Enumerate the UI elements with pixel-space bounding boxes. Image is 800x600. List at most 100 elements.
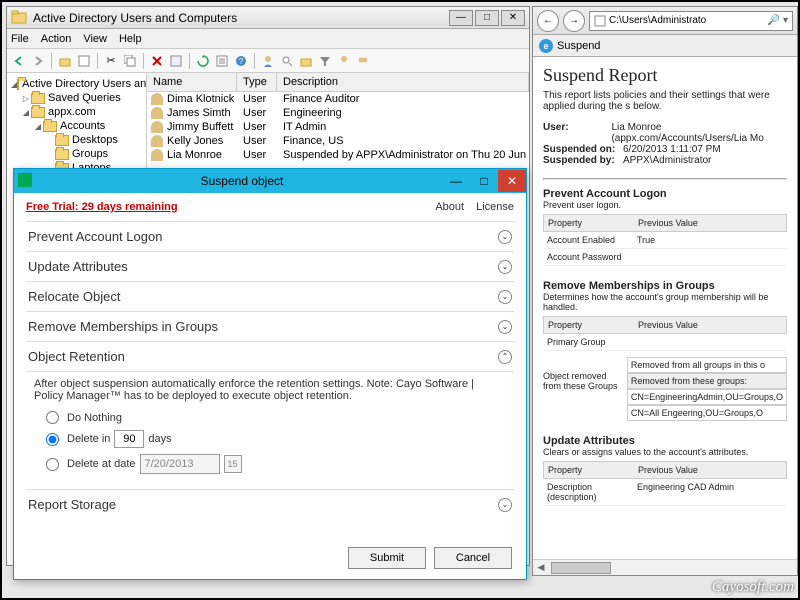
user-icon [151, 121, 163, 133]
list-row[interactable]: Lia MonroeUserSuspended by APPX\Administ… [147, 148, 529, 162]
list-row[interactable]: James SimthUserEngineering [147, 106, 529, 120]
watermark: Cayosoft.com [712, 579, 794, 596]
col-desc[interactable]: Description [277, 73, 529, 91]
back-icon[interactable] [11, 53, 27, 69]
section-object-retention[interactable]: Object Retention⌃ [26, 341, 514, 371]
suspend-dialog: Suspend object — □ ✕ Free Trial: 29 days… [13, 168, 527, 580]
cancel-button[interactable]: Cancel [434, 547, 512, 569]
dlg-close-button[interactable]: ✕ [498, 170, 526, 192]
svg-text:?: ? [239, 57, 244, 66]
section-update-attributes[interactable]: Update Attributes⌄ [26, 251, 514, 281]
col-type[interactable]: Type [237, 73, 277, 91]
trial-notice[interactable]: Free Trial: 29 days remaining [26, 201, 178, 213]
chevron-down-icon: ⌄ [498, 260, 512, 274]
menu-view[interactable]: View [83, 33, 107, 45]
user-icon [151, 135, 163, 147]
chevron-down-icon: ⌄ [498, 230, 512, 244]
dlg-minimize-button[interactable]: — [442, 170, 470, 192]
list-header[interactable]: Name Type Description [147, 73, 529, 92]
properties-icon[interactable] [76, 53, 92, 69]
report-title: Suspend Report [543, 65, 787, 86]
section-heading: Remove Memberships in Groups [543, 280, 787, 292]
export-icon[interactable] [214, 53, 230, 69]
chevron-up-icon: ⌃ [498, 350, 512, 364]
chevron-down-icon: ⌄ [498, 290, 512, 304]
section-remove-memberships[interactable]: Remove Memberships in Groups⌄ [26, 311, 514, 341]
user-icon [151, 107, 163, 119]
tree-groups[interactable]: Groups [9, 147, 144, 161]
tree-root[interactable]: ◢Active Directory Users and C [9, 77, 144, 91]
radio-delete-at[interactable] [46, 458, 59, 471]
radio-do-nothing[interactable] [46, 411, 59, 424]
ie-back-button[interactable]: ← [537, 10, 559, 32]
report-info: User:Lia Monroe (appx.com/Accounts/Users… [543, 122, 787, 166]
props2-icon[interactable] [168, 53, 184, 69]
ie-forward-button[interactable]: → [563, 10, 585, 32]
user-icon [151, 149, 163, 161]
ie-toolbar: ← → C:\Users\Administrato🔎 ▾ [533, 7, 797, 35]
section-heading: Update Attributes [543, 435, 787, 447]
ad-menubar: File Action View Help [7, 29, 529, 49]
report-body: Suspend Report This report lists policie… [533, 57, 797, 514]
close-button[interactable]: ✕ [501, 10, 525, 26]
date-input[interactable] [140, 454, 220, 474]
menu-action[interactable]: Action [41, 33, 72, 45]
cut-icon[interactable]: ✂ [103, 53, 119, 69]
filter-icon[interactable] [317, 53, 333, 69]
folder-icon-tb[interactable] [298, 53, 314, 69]
chevron-down-icon: ⌄ [498, 498, 512, 512]
help-icon[interactable]: ? [233, 53, 249, 69]
chevron-down-icon: ⌄ [498, 320, 512, 334]
col-name[interactable]: Name [147, 73, 237, 91]
list-row[interactable]: Dima KlotnickUserFinance Auditor [147, 92, 529, 106]
about-link[interactable]: About [435, 201, 464, 213]
delete-icon[interactable] [149, 53, 165, 69]
user2-icon[interactable] [336, 53, 352, 69]
find-icon[interactable] [279, 53, 295, 69]
suspend-title: Suspend object [42, 174, 442, 188]
report-subtitle: This report lists policies and their set… [543, 90, 787, 112]
section-prevent-logon[interactable]: Prevent Account Logon⌄ [26, 221, 514, 251]
license-link[interactable]: License [476, 201, 514, 213]
suspend-titlebar[interactable]: Suspend object — □ ✕ [14, 169, 526, 193]
section-report-storage[interactable]: Report Storage⌄ [26, 489, 514, 519]
tree-appx[interactable]: ◢appx.com [9, 105, 144, 119]
submit-button[interactable]: Submit [348, 547, 426, 569]
user-icon-tb[interactable] [260, 53, 276, 69]
ie-window: ← → C:\Users\Administrato🔎 ▾ eSuspend Su… [532, 6, 798, 576]
horizontal-scrollbar[interactable]: ◀ [533, 559, 797, 575]
minimize-button[interactable]: — [449, 10, 473, 26]
days-input[interactable] [114, 430, 144, 448]
calendar-icon[interactable]: 15 [224, 455, 242, 473]
ie-tab[interactable]: eSuspend [533, 35, 797, 57]
section-relocate-object[interactable]: Relocate Object⌄ [26, 281, 514, 311]
scroll-thumb[interactable] [551, 562, 611, 574]
dlg-maximize-button[interactable]: □ [470, 170, 498, 192]
suspend-app-icon [18, 173, 34, 189]
tree-desktops[interactable]: Desktops [9, 133, 144, 147]
user-icon [151, 93, 163, 105]
menu-help[interactable]: Help [119, 33, 142, 45]
menu-file[interactable]: File [11, 33, 29, 45]
tree-saved-queries[interactable]: ▷Saved Queries [9, 91, 144, 105]
tree-accounts[interactable]: ◢Accounts [9, 119, 144, 133]
retention-text: After object suspension automatically en… [34, 378, 506, 402]
url-box[interactable]: C:\Users\Administrato🔎 ▾ [589, 11, 793, 31]
ad-toolbar: ✂ ? [7, 49, 529, 73]
refresh-icon[interactable] [195, 53, 211, 69]
scroll-left-icon[interactable]: ◀ [533, 562, 549, 573]
maximize-button[interactable]: □ [475, 10, 499, 26]
group-icon[interactable] [355, 53, 371, 69]
ad-title: Active Directory Users and Computers [33, 11, 449, 25]
copy-icon[interactable] [122, 53, 138, 69]
forward-icon[interactable] [30, 53, 46, 69]
ad-app-icon [11, 10, 27, 26]
list-row[interactable]: Jimmy BuffettUserIT Admin [147, 120, 529, 134]
list-row[interactable]: Kelly JonesUserFinance, US [147, 134, 529, 148]
up-icon[interactable] [57, 53, 73, 69]
section-heading: Prevent Account Logon [543, 188, 787, 200]
ad-titlebar[interactable]: Active Directory Users and Computers — □… [7, 7, 529, 29]
ie-icon: e [539, 39, 553, 53]
radio-delete-in[interactable] [46, 433, 59, 446]
retention-content: After object suspension automatically en… [26, 371, 514, 489]
